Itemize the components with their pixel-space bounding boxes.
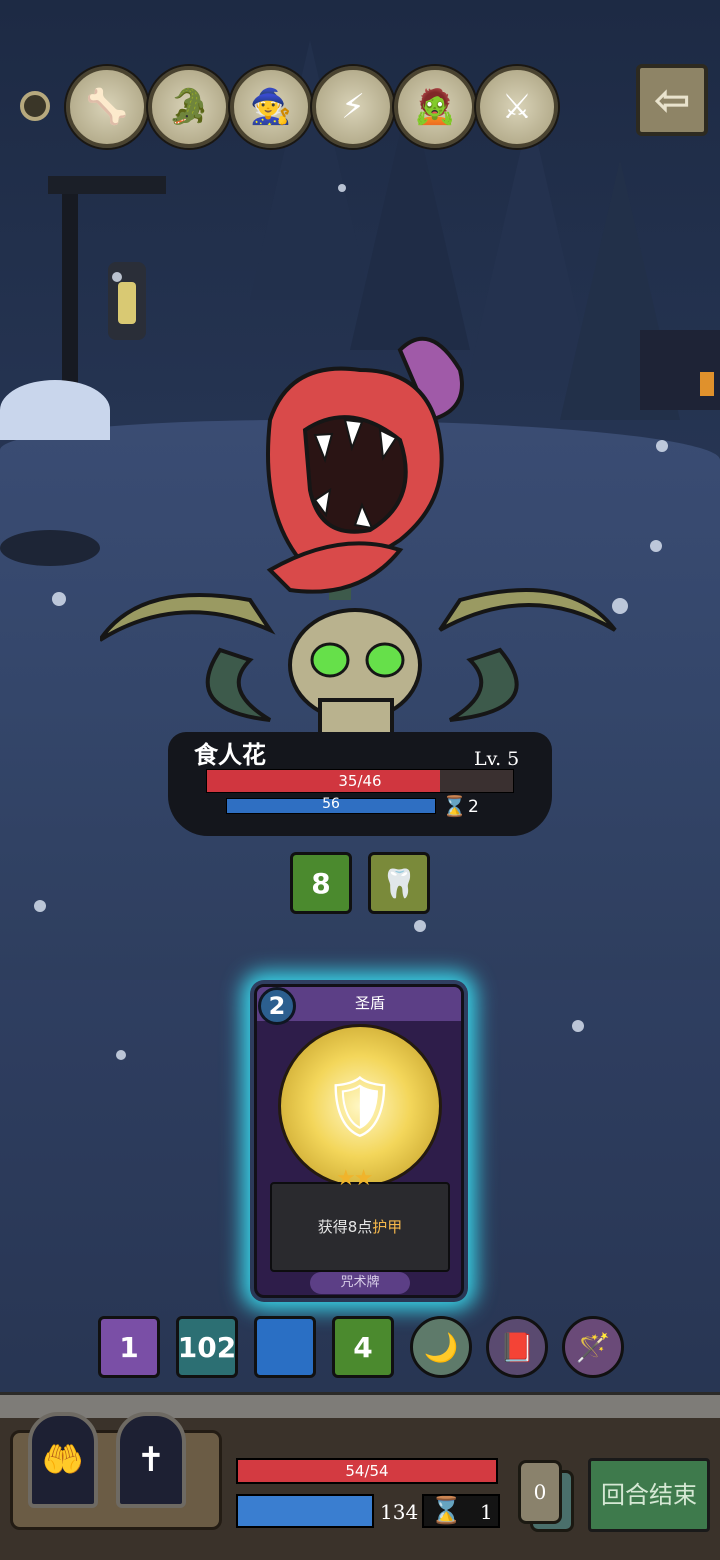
enemy-turn-counter: 2	[468, 797, 479, 817]
enemy-portrait-icon: ⚔	[501, 87, 533, 127]
card-type: 咒术牌	[310, 1272, 410, 1294]
enemy-hp-text: 35/46	[338, 772, 382, 790]
man-eating-flower-monster[interactable]	[100, 330, 620, 750]
enemy-portrait-icon: 🦴	[85, 87, 129, 127]
card-cost: 2	[258, 987, 296, 1025]
enemy-intent-heal[interactable]: 8	[290, 852, 352, 914]
shield-knight-icon: 🛡	[321, 1071, 399, 1142]
player-hp-text: 54/54	[345, 1462, 389, 1480]
player-buff-book[interactable]: 📕	[486, 1316, 548, 1378]
card-description-keyword: 护甲	[372, 1218, 403, 1236]
snow-drift	[0, 380, 110, 440]
bite-icon: 🦷	[381, 866, 417, 900]
enemy-portrait-icon: 🧟	[413, 87, 457, 127]
enemy-portrait-5[interactable]: 🧟	[394, 66, 476, 148]
enemy-portrait-1[interactable]: 🦴	[66, 66, 148, 148]
rune-icon: 1	[119, 1330, 139, 1364]
snow-rock	[0, 530, 100, 566]
player-turn-counter: 1	[480, 1500, 493, 1524]
enemy-intent-bite[interactable]: 🦷	[368, 852, 430, 914]
player-buff-slash[interactable]	[254, 1316, 316, 1378]
player-energy: 134	[380, 1500, 419, 1524]
card-description-text: 获得8点	[317, 1218, 373, 1236]
player-buff-moon[interactable]: 🌙	[410, 1316, 472, 1378]
player-hp-bar: 54/54	[236, 1458, 498, 1484]
player-buff-rune[interactable]: 1	[98, 1316, 160, 1378]
house	[640, 330, 720, 410]
enemy-portrait-6[interactable]: ⚔	[476, 66, 558, 148]
player-mp-fill	[238, 1496, 372, 1526]
heal-plus-icon: 8	[311, 866, 331, 900]
player-mp-bar	[236, 1494, 374, 1528]
staff-icon: 🪄	[575, 1330, 611, 1364]
draw-pile[interactable]: 0	[518, 1460, 562, 1524]
player-buff-energy[interactable]: 102	[176, 1316, 238, 1378]
enemy-mp-text: 56	[322, 796, 340, 812]
magic-hand-icon: 🤲	[41, 1440, 85, 1480]
enemy-portrait-4[interactable]: ⚡	[312, 66, 394, 148]
skill-slot-cross[interactable]: ✝	[116, 1412, 186, 1508]
player-buff-staff[interactable]: 🪄	[562, 1316, 624, 1378]
settings-button[interactable]	[20, 91, 50, 121]
house-window	[700, 372, 714, 396]
cross-icon: ✝	[136, 1440, 166, 1480]
enemy-portrait-icon: ⚡	[341, 87, 365, 127]
moon-icon: 🌙	[423, 1330, 459, 1364]
enemy-portrait-3[interactable]: 🧙	[230, 66, 312, 148]
lamp-post-arm	[48, 176, 166, 194]
skill-slot-magic-hand[interactable]: 🤲	[28, 1412, 98, 1508]
hourglass-icon: ⌛	[442, 794, 467, 818]
back-button[interactable]: ⇦	[636, 64, 708, 136]
enemy-portrait-2[interactable]: 🐊	[148, 66, 230, 148]
enemy-name: 食人花	[194, 741, 266, 769]
enemy-portrait-icon: 🧙	[249, 87, 293, 127]
heal-plus-icon: 4	[353, 1330, 373, 1364]
card-description: 获得8点护甲	[270, 1216, 450, 1237]
card-name: 圣盾	[354, 994, 385, 1012]
hourglass-icon: ⌛	[430, 1496, 463, 1526]
player-buff-heal-plus[interactable]: 4	[332, 1316, 394, 1378]
end-turn-button[interactable]: 回合结束	[588, 1458, 710, 1532]
energy-icon: 102	[177, 1330, 237, 1364]
card-stars: ★★	[336, 1166, 373, 1191]
back-arrow-icon: ⇦	[653, 74, 691, 126]
enemy-level: Lv. 5	[474, 748, 520, 770]
enemy-portrait-icon: 🐊	[167, 87, 211, 127]
enemy-mp-bar: 56	[226, 796, 436, 814]
card-art: 🛡	[278, 1024, 442, 1188]
book-icon: 📕	[499, 1330, 535, 1364]
lantern-glow	[118, 282, 136, 324]
enemy-hp-bar: 35/46	[206, 769, 514, 793]
